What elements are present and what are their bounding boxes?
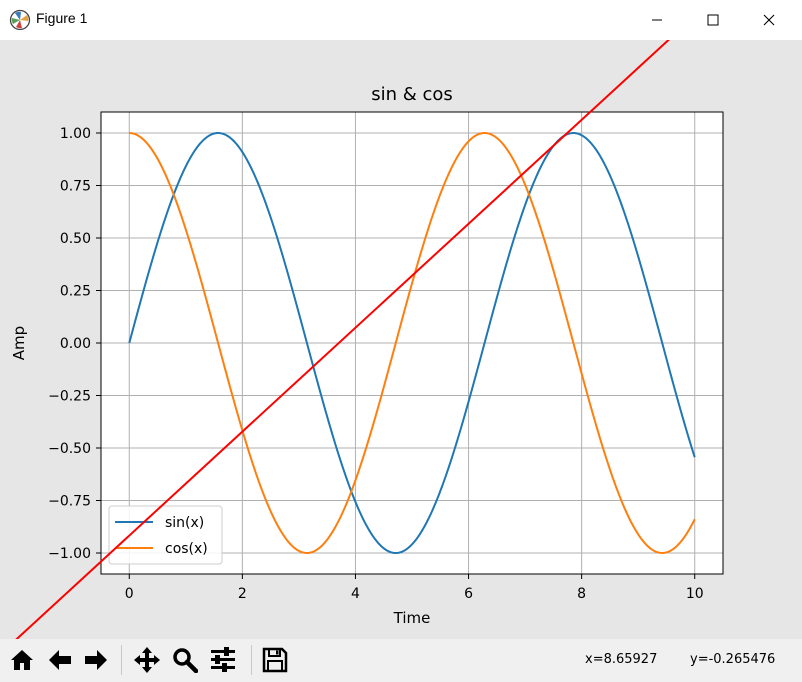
minimize-button[interactable]: [634, 0, 680, 40]
home-icon: [11, 650, 33, 670]
matplotlib-icon: [9, 9, 31, 31]
window-title: Figure 1: [36, 10, 88, 26]
forward-button[interactable]: [80, 644, 112, 676]
chart-title: sin & cos: [371, 84, 453, 105]
legend-cos-label: cos(x): [165, 541, 208, 557]
save-button[interactable]: [259, 644, 291, 676]
zoom-icon: [173, 648, 198, 673]
x-tick-label: 4: [351, 586, 360, 602]
y-tick-label: −0.50: [48, 441, 91, 457]
x-tick-label: 10: [686, 586, 704, 602]
configure-subplots-button[interactable]: [207, 644, 239, 676]
forward-arrow-icon: [85, 650, 107, 670]
minimize-icon: [652, 19, 662, 21]
chart-svg[interactable]: 0 2 4 6 8 10 1.00 0.75 0.50 0.25 0.00 −0.25 −0.50 −0.…: [0, 0, 802, 656]
back-arrow-icon: [49, 650, 71, 670]
y-tick-label: 0.00: [60, 336, 91, 352]
zoom-button[interactable]: [169, 644, 201, 676]
cursor-x-readout: x=8.65927: [585, 652, 658, 667]
x-tick-label: 8: [577, 586, 586, 602]
y-tick-label: 1.00: [60, 126, 91, 142]
y-tick-label: 0.75: [60, 179, 91, 195]
figure-canvas[interactable]: 0 2 4 6 8 10 1.00 0.75 0.50 0.25 0.00 −0.25 −0.50 −0.…: [0, 0, 802, 656]
toolbar-separator: [121, 645, 122, 675]
subplots-config-icon: [211, 647, 235, 672]
legend-sin-label: sin(x): [165, 515, 204, 531]
pan-icon: [134, 647, 160, 673]
maximize-button[interactable]: [690, 0, 736, 40]
x-axis-label: Time: [393, 609, 431, 627]
x-tick-label: 0: [125, 586, 134, 602]
save-icon: [262, 647, 288, 673]
close-icon: [763, 14, 775, 26]
x-tick-label: 6: [464, 586, 473, 602]
y-tick-label: −0.75: [48, 494, 91, 510]
back-button[interactable]: [44, 644, 76, 676]
x-tick-label: 2: [238, 586, 247, 602]
cursor-y-readout: y=-0.265476: [690, 652, 776, 667]
y-tick-label: −0.25: [48, 389, 91, 405]
maximize-icon: [707, 14, 719, 26]
close-button[interactable]: [746, 0, 792, 40]
y-tick-label: 0.50: [60, 231, 91, 247]
home-button[interactable]: [6, 644, 38, 676]
y-axis-label: Amp: [10, 326, 28, 360]
y-tick-label: −1.00: [48, 546, 91, 562]
legend: sin(x) cos(x): [108, 505, 223, 565]
navigation-toolbar: [0, 639, 802, 682]
toolbar-separator: [251, 645, 252, 675]
window-titlebar: Figure 1: [0, 0, 802, 40]
y-tick-label: 0.25: [60, 284, 91, 300]
pan-button[interactable]: [131, 644, 163, 676]
